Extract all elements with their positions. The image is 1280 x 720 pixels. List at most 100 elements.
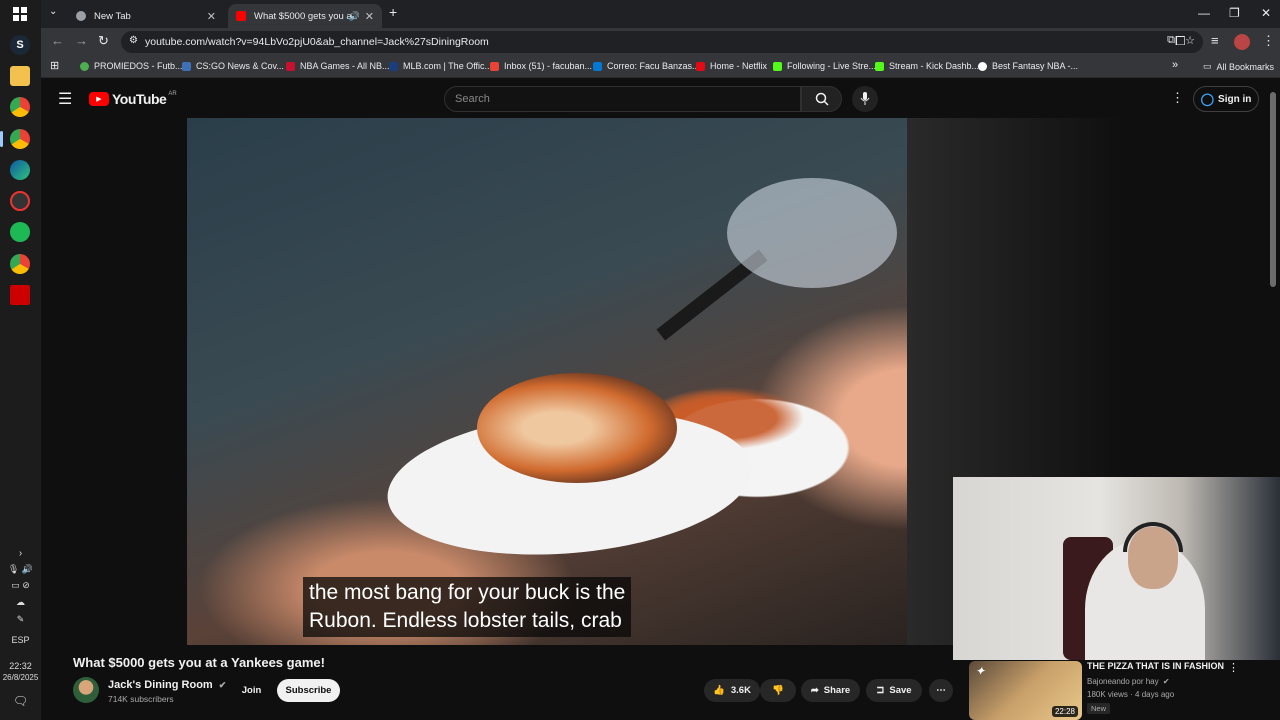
verified-icon: ✔ (1162, 677, 1170, 686)
profile-avatar[interactable] (1234, 34, 1250, 50)
mic-volume-icon[interactable]: 🎙 🔊 (0, 564, 41, 575)
like-button[interactable]: 👍 3.6K (704, 679, 760, 702)
bookmark-favicon-icon (80, 61, 89, 71)
tray-expand-icon[interactable]: › (0, 548, 41, 559)
bookmark-favicon-icon (490, 61, 499, 71)
bookmark-item[interactable]: CS:GO News & Cov... (182, 61, 284, 71)
media-controls-icon[interactable]: ≡ (1211, 33, 1219, 48)
youtube-favicon-icon (236, 11, 246, 21)
extensions-icon[interactable]: ⧠ (1175, 33, 1185, 49)
recommended-video-title[interactable]: THE PIZZA THAT IS IN FASHION (1087, 661, 1224, 671)
more-bookmarks-icon[interactable]: » (1172, 59, 1178, 71)
chrome-profile-icon[interactable] (10, 254, 30, 274)
chrome-icon[interactable] (10, 97, 30, 117)
recommended-video-thumbnail[interactable]: ✦ 22:28 (969, 661, 1082, 720)
search-input[interactable]: Search (444, 86, 801, 112)
microphone-icon (860, 92, 870, 105)
subscriber-count: 714K subscribers (108, 694, 174, 704)
like-count: 3.6K (730, 685, 751, 696)
close-tab-icon[interactable]: ✕ (207, 10, 216, 23)
audio-playing-icon[interactable]: 🔊 (349, 11, 360, 22)
back-icon[interactable]: ← (51, 33, 64, 48)
apps-grid-icon[interactable]: ⊞ (50, 59, 59, 72)
recommended-channel[interactable]: Bajoneando por hay ✔ (1087, 677, 1170, 686)
folder-icon: ▭ (1203, 61, 1212, 71)
bookmark-label: PROMIEDOS - Futb... (94, 61, 183, 71)
bookmark-item[interactable]: Best Fantasy NBA -... (978, 61, 1078, 71)
bookmark-item[interactable]: MLB.com | The Offic... (389, 61, 492, 71)
page-scrollbar[interactable] (1270, 92, 1276, 287)
verified-icon: ✔ (218, 680, 227, 690)
search-button[interactable] (801, 86, 842, 112)
channel-name[interactable]: Jack's Dining Room ✔ (108, 679, 226, 691)
network-icon[interactable]: ▭ ⊘ (0, 580, 41, 591)
video-frame-glove (727, 178, 897, 288)
bookmark-item[interactable]: Inbox (51) - facuban... (490, 61, 592, 71)
bookmark-item[interactable]: NBA Games - All NB... (286, 61, 390, 71)
bookmark-favicon-icon (875, 61, 884, 71)
bookmark-item[interactable]: Following - Live Stre... (773, 61, 876, 71)
url-text[interactable]: youtube.com/watch?v=94LbVo2pjU0&ab_chann… (145, 36, 489, 48)
sign-in-button[interactable]: ◯ Sign in (1193, 86, 1259, 112)
chrome-active-icon[interactable] (10, 129, 30, 149)
bookmarks-bar: ⊞ PROMIEDOS - Futb... CS:GO News & Cov..… (41, 56, 1280, 78)
bookmark-item[interactable]: Home - Netflix (696, 61, 767, 71)
share-arrow-icon: ➦ (810, 685, 819, 696)
file-explorer-icon[interactable] (10, 66, 30, 86)
recommended-more-icon[interactable]: ⋮ (1228, 661, 1239, 674)
media-icon[interactable] (10, 191, 30, 211)
close-tab-icon[interactable]: ✕ (365, 10, 374, 23)
tab-youtube-video[interactable]: What $5000 gets you at a Y 🔊 ✕ (228, 4, 382, 28)
bookmark-star-icon[interactable]: ☆ (1185, 34, 1195, 47)
site-info-icon[interactable]: ⚙ (129, 35, 138, 46)
tab-search-icon[interactable]: ⌄ (49, 6, 57, 17)
bookmark-favicon-icon (593, 61, 602, 71)
edge-icon[interactable] (10, 160, 30, 180)
share-label: Share (823, 685, 851, 696)
close-window-icon[interactable]: ✕ (1261, 6, 1271, 20)
restore-icon[interactable]: ❐ (1229, 6, 1240, 20)
voice-search-button[interactable] (852, 86, 878, 112)
tab-new-tab[interactable]: New Tab ✕ (68, 4, 224, 28)
video-frame-crab (477, 373, 677, 483)
youtube-play-logo-icon: ▶ (89, 92, 109, 106)
youtube-logo[interactable]: ▶ YouTube AR (89, 91, 177, 107)
caption-line: Rubon. Endless lobster tails, crab (309, 609, 622, 632)
region-code: AR (168, 91, 177, 97)
dislike-button[interactable]: 👎 (760, 679, 796, 702)
all-bookmarks-button[interactable]: ▭ All Bookmarks (1203, 61, 1274, 72)
steam-icon[interactable]: S (10, 35, 30, 55)
subscribe-button[interactable]: Subscribe (277, 679, 340, 702)
chrome-menu-icon[interactable]: ⋮ (1262, 33, 1275, 49)
cloud-icon[interactable]: ☁ (0, 597, 41, 608)
spotify-icon[interactable] (10, 222, 30, 242)
save-button[interactable]: ⊐ Save (866, 679, 922, 702)
bookmark-favicon-icon (696, 61, 705, 71)
bookmark-label: Following - Live Stre... (787, 61, 877, 71)
share-button[interactable]: ➦ Share (801, 679, 860, 702)
new-tab-button[interactable]: + (389, 4, 397, 20)
recommended-meta: 180K views · 4 days ago (1087, 690, 1175, 699)
reload-icon[interactable]: ↻ (98, 33, 109, 49)
channel-avatar[interactable] (73, 677, 99, 703)
more-actions-icon[interactable]: ⋯ (929, 679, 953, 702)
hamburger-menu-icon[interactable]: ☰ (58, 89, 72, 109)
video-editor-icon[interactable] (10, 285, 30, 305)
bookmark-item[interactable]: Correo: Facu Banzas... (593, 61, 700, 71)
settings-menu-icon[interactable]: ⋮ (1171, 90, 1184, 106)
pen-icon[interactable]: ✎ (0, 614, 41, 625)
minimize-icon[interactable]: — (1198, 6, 1210, 20)
windows-start-icon[interactable] (10, 4, 30, 24)
install-app-icon[interactable]: ⧉ (1167, 34, 1175, 47)
clock-date[interactable]: 26/8/2025 (0, 673, 41, 682)
windows-taskbar: S › 🎙 🔊 ▭ ⊘ ☁ ✎ ESP 22:32 26/8/2025 🗨 (0, 0, 41, 720)
forward-icon[interactable]: → (75, 33, 88, 48)
notifications-icon[interactable]: 🗨 (0, 694, 41, 708)
bookmark-item[interactable]: Stream - Kick Dashb... (875, 61, 979, 71)
address-bar[interactable]: ⚙ youtube.com/watch?v=94LbVo2pjU0&ab_cha… (121, 31, 1203, 53)
clock-time[interactable]: 22:32 (0, 661, 41, 671)
browser-tab-strip: ⌄ New Tab ✕ What $5000 gets you at a Y 🔊… (41, 0, 1280, 28)
join-button[interactable]: Join (231, 679, 272, 702)
bookmark-item[interactable]: PROMIEDOS - Futb... (80, 61, 183, 71)
language-indicator[interactable]: ESP (0, 635, 41, 645)
